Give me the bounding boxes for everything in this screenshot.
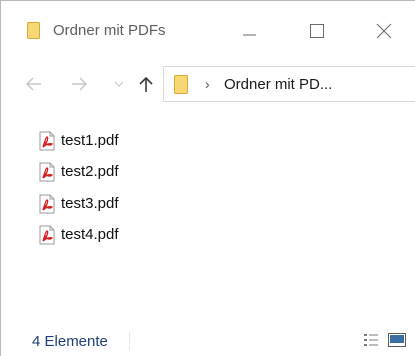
folder-icon	[27, 22, 40, 39]
pdf-file-icon	[39, 194, 55, 214]
arrow-up-icon	[139, 76, 153, 92]
minimize-icon	[243, 34, 256, 36]
details-view-button[interactable]	[363, 332, 379, 348]
navigation-bar: › Ordner mit PD...	[1, 64, 415, 104]
arrow-right-icon	[72, 77, 88, 91]
back-button[interactable]	[24, 74, 44, 94]
chevron-down-icon	[114, 81, 124, 87]
address-bar[interactable]: › Ordner mit PD...	[163, 66, 415, 102]
file-item[interactable]: test4.pdf	[37, 223, 157, 245]
forward-button[interactable]	[69, 74, 89, 94]
up-button[interactable]	[136, 74, 156, 94]
arrow-left-icon	[25, 77, 41, 91]
window-title: Ordner mit PDFs	[53, 22, 166, 39]
file-item[interactable]: test3.pdf	[37, 192, 157, 214]
file-list: test1.pdf test2.pdf test3.pdf test4.pdf	[1, 119, 415, 319]
folder-icon	[174, 75, 188, 94]
recent-locations-button[interactable]	[113, 74, 125, 94]
breadcrumb-current-folder[interactable]: Ordner mit PD...	[224, 75, 332, 94]
file-item[interactable]: test2.pdf	[37, 160, 157, 182]
large-icons-view-button[interactable]	[388, 332, 406, 348]
close-button[interactable]	[361, 15, 407, 47]
minimize-button[interactable]	[229, 15, 275, 47]
file-name: test1.pdf	[61, 132, 119, 149]
pdf-file-icon	[39, 225, 55, 245]
status-bar: 4 Elemente	[1, 324, 415, 356]
pdf-file-icon	[39, 162, 55, 182]
status-divider	[129, 332, 130, 350]
explorer-window: Ordner mit PDFs › Ordner mit PD... test1…	[0, 0, 415, 356]
file-item[interactable]: test1.pdf	[37, 129, 157, 151]
details-view-icon	[364, 334, 378, 346]
large-icons-view-icon	[388, 333, 406, 347]
title-bar[interactable]: Ordner mit PDFs	[1, 1, 415, 39]
breadcrumb-separator-icon[interactable]: ›	[205, 75, 210, 93]
file-name: test4.pdf	[61, 226, 119, 243]
maximize-button[interactable]	[298, 15, 344, 47]
file-name: test3.pdf	[61, 195, 119, 212]
pdf-file-icon	[39, 131, 55, 151]
close-icon	[376, 23, 392, 39]
maximize-icon	[310, 24, 324, 38]
file-name: test2.pdf	[61, 163, 119, 180]
item-count: 4 Elemente	[32, 333, 108, 350]
